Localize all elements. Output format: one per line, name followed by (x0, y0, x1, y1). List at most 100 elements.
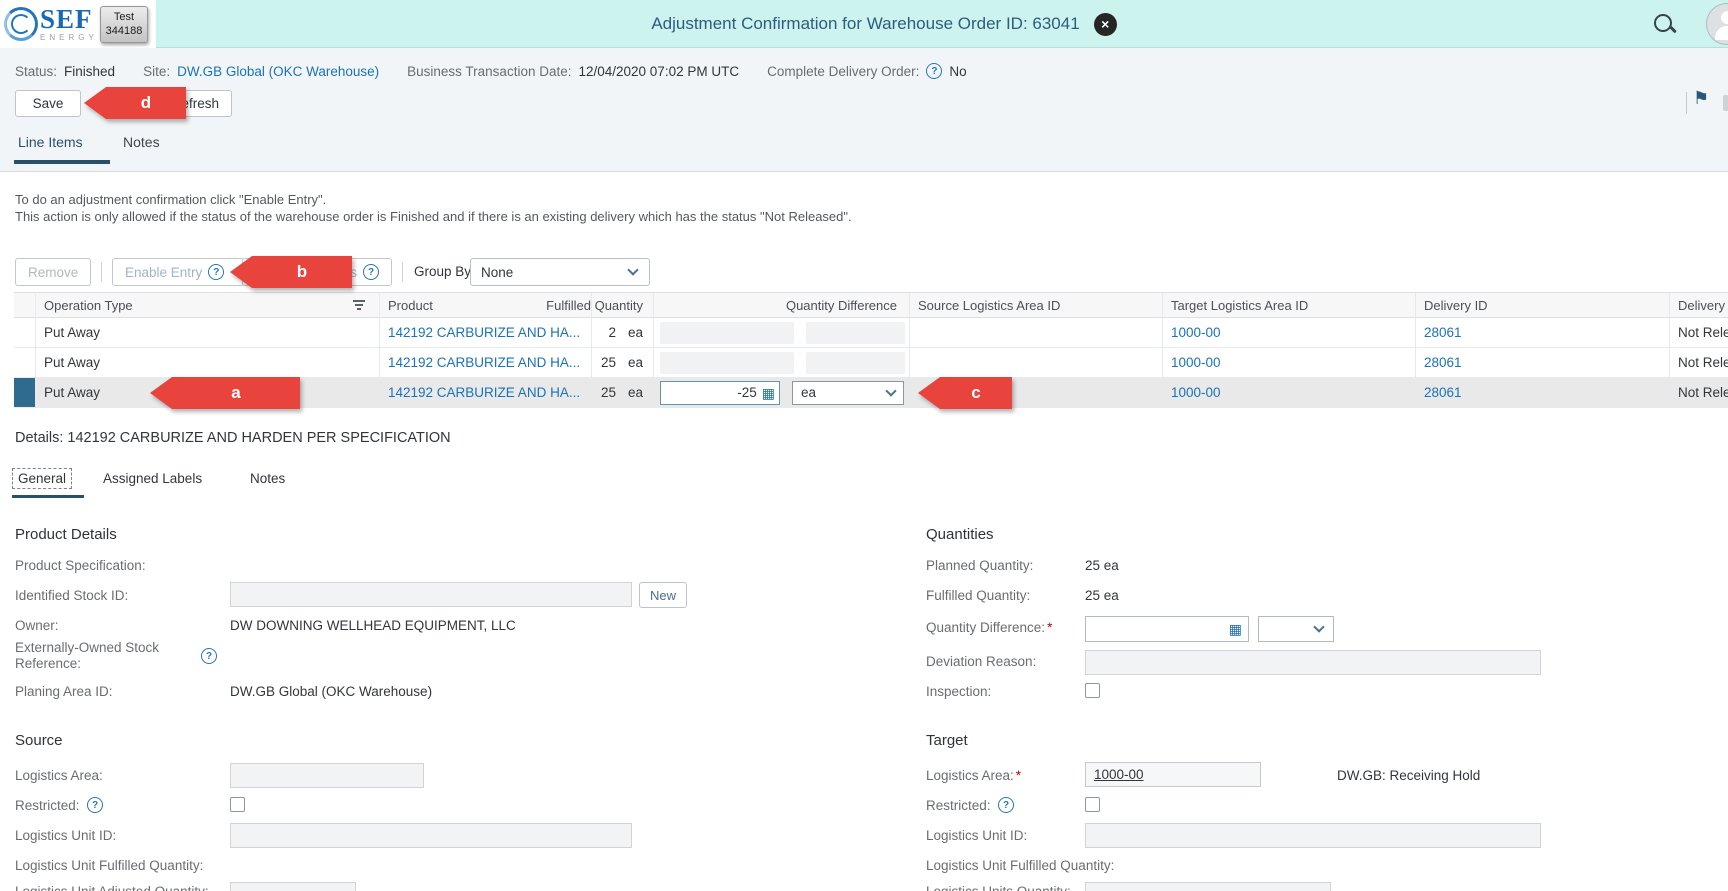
row-selector[interactable] (14, 348, 36, 377)
lu-adjusted-qty-input[interactable] (230, 882, 356, 891)
target-area-link[interactable]: 1000-00 (1171, 385, 1221, 400)
readonly-field (805, 321, 905, 344)
status-field: Status: Finished (15, 63, 116, 79)
lu-adjusted-qty-label: Logistics Unit Adjusted Quantity: (15, 884, 209, 891)
readonly-field (805, 351, 905, 374)
help-icon[interactable] (363, 264, 379, 280)
tab-strip-divider (0, 171, 1728, 172)
details-title: Details: 142192 CARBURIZE AND HARDEN PER… (15, 430, 451, 446)
tab-line-items[interactable]: Line Items (18, 134, 83, 150)
logo-brand: SEF (40, 4, 93, 34)
active-tab-underline (14, 160, 110, 164)
help-icon[interactable] (998, 797, 1014, 813)
environment-badge: Test 344188 (100, 6, 148, 43)
logo-swirl-icon (4, 7, 38, 41)
complete-delivery-field: Complete Delivery Order: No (767, 63, 967, 79)
section-target: Target (926, 732, 968, 749)
source-logistics-unit-input[interactable] (230, 823, 632, 848)
quantity-difference-input[interactable]: -25 (660, 380, 780, 405)
row-selector[interactable] (14, 318, 36, 347)
target-area-link[interactable]: 1000-00 (1171, 355, 1221, 370)
table-header: Operation Type Product Fulfilled Quantit… (14, 292, 1728, 318)
target-lu-fulfilled-qty-label: Logistics Unit Fulfilled Quantity: (926, 858, 1115, 873)
col-delivery-id: Delivery ID (1416, 293, 1670, 317)
uom-select[interactable]: ea (792, 380, 904, 405)
close-icon[interactable] (1093, 12, 1117, 36)
planned-qty-value: 25 ea (1085, 558, 1119, 573)
col-fulfilled-quantity: Fulfilled Quantity (546, 293, 654, 317)
select-all-cell[interactable] (14, 293, 36, 317)
remove-button[interactable]: Remove (15, 258, 91, 286)
save-button[interactable]: Save (15, 90, 81, 117)
toolbar-divider (1686, 92, 1687, 114)
annotation-arrow-d: d (84, 87, 186, 119)
calculator-icon[interactable] (762, 386, 775, 400)
toolbar-separator (101, 262, 102, 282)
title-row: Adjustment Confirmation for Warehouse Or… (0, 0, 1728, 48)
site-link[interactable]: DW.GB Global (OKC Warehouse) (177, 64, 379, 79)
help-icon[interactable] (201, 648, 217, 664)
col-delivery-status: Delivery (1670, 293, 1728, 317)
qty-difference-input[interactable] (1085, 616, 1249, 642)
new-button[interactable]: New (639, 582, 687, 608)
identified-stock-label: Identified Stock ID: (15, 588, 129, 603)
target-restricted-checkbox[interactable] (1085, 797, 1100, 812)
source-logistics-area-label: Logistics Area: (15, 768, 103, 783)
product-link[interactable]: 142192 CARBURIZE AND HA... (388, 385, 580, 400)
target-restricted-label: Restricted: (926, 798, 991, 813)
target-logistics-area-input[interactable]: 1000-00 (1085, 762, 1261, 787)
target-area-description-link[interactable]: DW.GB: Receiving Hold (1337, 768, 1480, 783)
row-selector[interactable] (14, 378, 36, 407)
tab-notes[interactable]: Notes (123, 134, 160, 150)
planing-area-value: DW.GB Global (OKC Warehouse) (230, 684, 433, 699)
help-icon[interactable] (208, 264, 225, 280)
group-by-select[interactable]: None (470, 258, 650, 286)
transaction-date-field: Business Transaction Date: 12/04/2020 07… (407, 63, 740, 79)
logistics-units-qty-input[interactable] (1085, 882, 1331, 891)
logistics-units-qty-label: Logistics Units Quantity: (926, 884, 1071, 891)
clipped-edge-icon (1723, 95, 1728, 111)
fulfilled-qty-label: Fulfilled Quantity: (926, 588, 1031, 603)
help-icon[interactable] (87, 797, 103, 813)
flag-icon[interactable] (1693, 88, 1709, 109)
fulfilled-qty-value: 25 ea (1085, 588, 1119, 603)
deviation-reason-label: Deviation Reason: (926, 654, 1037, 669)
delivery-link[interactable]: 28061 (1424, 355, 1462, 370)
search-icon[interactable] (1652, 12, 1676, 36)
chevron-down-icon (627, 264, 639, 276)
qty-difference-uom-select[interactable] (1258, 616, 1334, 642)
logo-subtitle: ENERGY (40, 33, 98, 42)
source-logistics-area-input[interactable] (230, 763, 424, 788)
identified-stock-input[interactable] (230, 582, 632, 607)
inspection-checkbox[interactable] (1085, 683, 1100, 698)
site-field: Site: DW.GB Global (OKC Warehouse) (143, 63, 380, 79)
target-logistics-unit-input[interactable] (1085, 823, 1541, 848)
app-header: Adjustment Confirmation for Warehouse Or… (0, 0, 1728, 48)
product-link[interactable]: 142192 CARBURIZE AND HA... (388, 355, 580, 370)
table-row[interactable]: Put Away 142192 CARBURIZE AND HA... 25 ea… (14, 348, 1728, 378)
table-row[interactable]: Put Away 142192 CARBURIZE AND HA... 2 ea … (14, 318, 1728, 348)
calculator-icon[interactable] (1229, 622, 1242, 636)
required-marker: * (1047, 620, 1053, 635)
deviation-reason-input[interactable] (1085, 650, 1541, 675)
subtab-notes[interactable]: Notes (250, 471, 285, 486)
product-link[interactable]: 142192 CARBURIZE AND HA... (388, 325, 580, 340)
required-marker: * (1015, 768, 1022, 783)
subtab-general[interactable]: General (12, 468, 73, 489)
subtab-assigned-labels[interactable]: Assigned Labels (103, 471, 202, 486)
delivery-link[interactable]: 28061 (1424, 325, 1462, 340)
enable-entry-button[interactable]: Enable Entry (112, 258, 244, 286)
readonly-field (660, 321, 794, 344)
section-source: Source (15, 732, 63, 749)
chevron-down-icon (1313, 621, 1325, 633)
planing-area-label: Planing Area ID: (15, 684, 113, 699)
source-restricted-checkbox[interactable] (230, 797, 245, 812)
target-logistics-area-label: Logistics Area: * (926, 768, 1022, 783)
owner-link[interactable]: DW DOWNING WELLHEAD EQUIPMENT, LLC (230, 618, 516, 633)
target-area-link[interactable]: 1000-00 (1171, 325, 1221, 340)
owner-label: Owner: (15, 618, 59, 633)
filter-icon[interactable] (353, 300, 365, 310)
instruction-text: To do an adjustment confirmation click "… (15, 192, 852, 224)
delivery-link[interactable]: 28061 (1424, 385, 1462, 400)
help-icon[interactable] (926, 63, 943, 79)
